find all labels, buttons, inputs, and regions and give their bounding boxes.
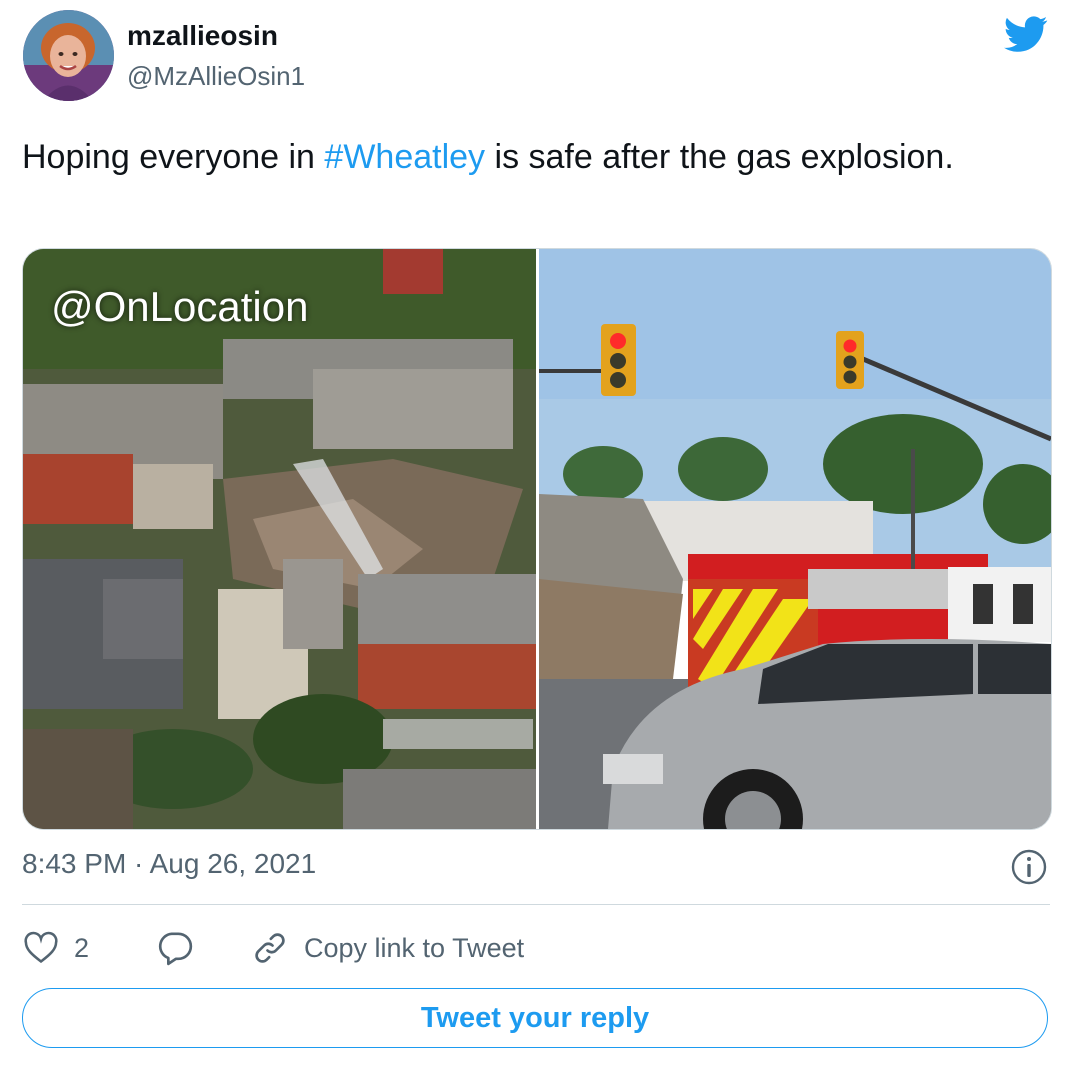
link-icon <box>255 933 285 963</box>
tweet-text-end: is safe after the gas explosion. <box>485 138 954 176</box>
speech-bubble-icon <box>158 932 193 966</box>
author-handle[interactable]: @MzAllieOsin1 <box>127 61 305 92</box>
aerial-explosion-photo <box>23 249 536 829</box>
divider <box>22 904 1050 905</box>
media-watermark: @OnLocation <box>51 283 309 330</box>
reply-icon-button[interactable] <box>155 922 195 974</box>
tweet-timestamp[interactable]: 8:43 PM · Aug 26, 2021 <box>22 848 316 880</box>
copy-link-button[interactable]: Copy link to Tweet <box>250 922 524 974</box>
like-count: 2 <box>74 932 90 963</box>
twitter-bird-icon[interactable] <box>1002 12 1050 56</box>
tweet-actions: 2 Copy link to Tweet <box>22 922 1050 974</box>
info-icon[interactable] <box>1010 848 1048 886</box>
like-button[interactable]: 2 <box>22 922 89 974</box>
copy-link-label: Copy link to Tweet <box>304 932 525 963</box>
avatar[interactable] <box>23 10 114 101</box>
author-display-name[interactable]: mzallieosin <box>127 20 278 52</box>
tweet-media[interactable]: @OnLocation <box>22 248 1052 830</box>
heart-icon <box>24 931 58 964</box>
avatar-image <box>23 10 114 101</box>
hashtag-link[interactable]: #Wheatley <box>324 138 485 176</box>
tweet-text: Hoping everyone in #Wheatley is safe aft… <box>22 134 1042 180</box>
fire-truck-street-photo <box>539 249 1051 829</box>
tweet-your-reply-button[interactable]: Tweet your reply <box>22 988 1048 1048</box>
tweet-text-start: Hoping everyone in <box>22 138 325 176</box>
